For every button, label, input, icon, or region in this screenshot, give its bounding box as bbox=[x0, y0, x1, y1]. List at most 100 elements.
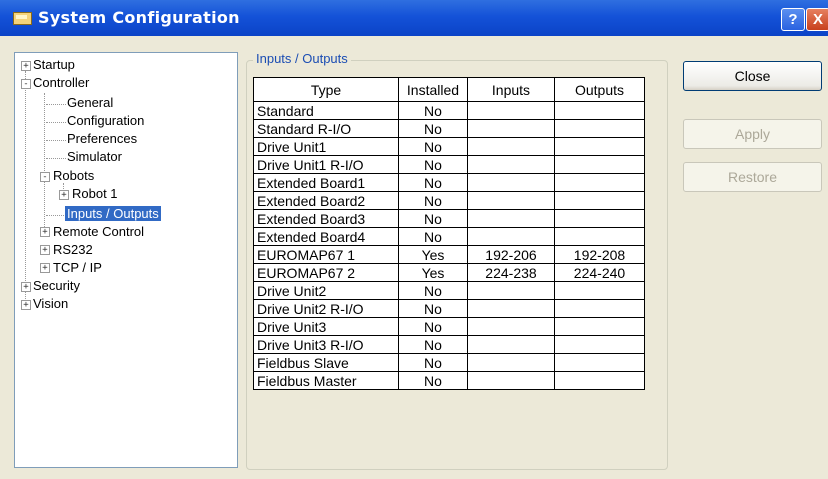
collapse-icon[interactable]: - bbox=[40, 172, 50, 182]
cell-type[interactable]: Extended Board4 bbox=[253, 227, 399, 246]
cell-installed[interactable]: No bbox=[398, 299, 468, 318]
expand-icon[interactable]: + bbox=[21, 282, 31, 292]
cell-inputs[interactable] bbox=[467, 209, 555, 228]
close-button[interactable]: Close bbox=[683, 61, 822, 91]
table-row[interactable]: Drive Unit1 No bbox=[253, 137, 645, 156]
table-row[interactable]: Extended Board3 No bbox=[253, 209, 645, 228]
cell-type[interactable]: Extended Board2 bbox=[253, 191, 399, 210]
table-row[interactable]: Drive Unit3 No bbox=[253, 317, 645, 336]
table-row[interactable]: Fieldbus Master No bbox=[253, 371, 645, 390]
tree-item-remote-control[interactable]: Remote Control bbox=[53, 224, 144, 239]
cell-type[interactable]: Drive Unit3 R-I/O bbox=[253, 335, 399, 354]
cell-installed[interactable]: Yes bbox=[398, 245, 468, 264]
cell-inputs[interactable] bbox=[467, 137, 555, 156]
collapse-icon[interactable]: - bbox=[21, 79, 31, 89]
cell-installed[interactable]: No bbox=[398, 101, 468, 120]
cell-installed[interactable]: No bbox=[398, 191, 468, 210]
cell-inputs[interactable] bbox=[467, 173, 555, 192]
cell-type[interactable]: Drive Unit3 bbox=[253, 317, 399, 336]
cell-installed[interactable]: No bbox=[398, 371, 468, 390]
cell-type[interactable]: EUROMAP67 2 bbox=[253, 263, 399, 282]
table-row[interactable]: Extended Board4 No bbox=[253, 227, 645, 246]
cell-installed[interactable]: No bbox=[398, 353, 468, 372]
cell-outputs[interactable] bbox=[554, 119, 645, 138]
cell-inputs[interactable] bbox=[467, 281, 555, 300]
cell-type[interactable]: Extended Board1 bbox=[253, 173, 399, 192]
expand-icon[interactable]: + bbox=[59, 190, 69, 200]
cell-outputs[interactable] bbox=[554, 281, 645, 300]
cell-type[interactable]: Standard R-I/O bbox=[253, 119, 399, 138]
help-button[interactable]: ? bbox=[781, 8, 805, 31]
cell-outputs[interactable] bbox=[554, 335, 645, 354]
table-row[interactable]: Standard R-I/O No bbox=[253, 119, 645, 138]
cell-installed[interactable]: No bbox=[398, 335, 468, 354]
table-row[interactable]: Extended Board2 No bbox=[253, 191, 645, 210]
cell-type[interactable]: Drive Unit2 R-I/O bbox=[253, 299, 399, 318]
cell-inputs[interactable] bbox=[467, 227, 555, 246]
cell-type[interactable]: Fieldbus Slave bbox=[253, 353, 399, 372]
cell-type[interactable]: Standard bbox=[253, 101, 399, 120]
expand-icon[interactable]: + bbox=[21, 61, 31, 71]
tree-item-vision[interactable]: Vision bbox=[33, 296, 68, 311]
cell-outputs[interactable] bbox=[554, 137, 645, 156]
table-row[interactable]: Drive Unit2 No bbox=[253, 281, 645, 300]
cell-outputs[interactable]: 224-240 bbox=[554, 263, 645, 282]
cell-inputs[interactable] bbox=[467, 335, 555, 354]
expand-icon[interactable]: + bbox=[21, 300, 31, 310]
cell-outputs[interactable] bbox=[554, 101, 645, 120]
tree-item-controller[interactable]: Controller bbox=[33, 75, 89, 90]
cell-outputs[interactable]: 192-208 bbox=[554, 245, 645, 264]
cell-outputs[interactable] bbox=[554, 353, 645, 372]
table-row[interactable]: EUROMAP67 2 Yes 224-238 224-240 bbox=[253, 263, 645, 282]
tree-item-configuration[interactable]: Configuration bbox=[67, 113, 144, 128]
cell-type[interactable]: Drive Unit1 R-I/O bbox=[253, 155, 399, 174]
table-row[interactable]: Drive Unit2 R-I/O No bbox=[253, 299, 645, 318]
cell-installed[interactable]: No bbox=[398, 317, 468, 336]
table-row[interactable]: EUROMAP67 1 Yes 192-206 192-208 bbox=[253, 245, 645, 264]
cell-type[interactable]: Drive Unit2 bbox=[253, 281, 399, 300]
cell-inputs[interactable] bbox=[467, 191, 555, 210]
expand-icon[interactable]: + bbox=[40, 245, 50, 255]
cell-inputs[interactable]: 224-238 bbox=[467, 263, 555, 282]
restore-button[interactable]: Restore bbox=[683, 162, 822, 192]
tree-item-preferences[interactable]: Preferences bbox=[67, 131, 137, 146]
tree-item-robot-1[interactable]: Robot 1 bbox=[72, 186, 118, 201]
cell-outputs[interactable] bbox=[554, 191, 645, 210]
cell-outputs[interactable] bbox=[554, 173, 645, 192]
cell-inputs[interactable] bbox=[467, 371, 555, 390]
cell-outputs[interactable] bbox=[554, 317, 645, 336]
cell-inputs[interactable] bbox=[467, 155, 555, 174]
cell-inputs[interactable]: 192-206 bbox=[467, 245, 555, 264]
table-row[interactable]: Extended Board1 No bbox=[253, 173, 645, 192]
table-row[interactable]: Fieldbus Slave No bbox=[253, 353, 645, 372]
config-tree[interactable]: + Startup - Controller General Configura… bbox=[14, 52, 238, 468]
cell-inputs[interactable] bbox=[467, 299, 555, 318]
cell-installed[interactable]: No bbox=[398, 227, 468, 246]
cell-type[interactable]: EUROMAP67 1 bbox=[253, 245, 399, 264]
cell-outputs[interactable] bbox=[554, 209, 645, 228]
apply-button[interactable]: Apply bbox=[683, 119, 822, 149]
cell-outputs[interactable] bbox=[554, 227, 645, 246]
cell-installed[interactable]: No bbox=[398, 155, 468, 174]
tree-item-tcp-ip[interactable]: TCP / IP bbox=[53, 260, 102, 275]
expand-icon[interactable]: + bbox=[40, 263, 50, 273]
cell-inputs[interactable] bbox=[467, 101, 555, 120]
cell-type[interactable]: Extended Board3 bbox=[253, 209, 399, 228]
tree-item-rs232[interactable]: RS232 bbox=[53, 242, 93, 257]
tree-item-general[interactable]: General bbox=[67, 95, 113, 110]
cell-inputs[interactable] bbox=[467, 119, 555, 138]
tree-item-simulator[interactable]: Simulator bbox=[67, 149, 122, 164]
table-row[interactable]: Drive Unit1 R-I/O No bbox=[253, 155, 645, 174]
cell-outputs[interactable] bbox=[554, 299, 645, 318]
expand-icon[interactable]: + bbox=[40, 227, 50, 237]
cell-installed[interactable]: No bbox=[398, 173, 468, 192]
cell-outputs[interactable] bbox=[554, 155, 645, 174]
cell-installed[interactable]: Yes bbox=[398, 263, 468, 282]
cell-installed[interactable]: No bbox=[398, 119, 468, 138]
cell-type[interactable]: Fieldbus Master bbox=[253, 371, 399, 390]
table-row[interactable]: Drive Unit3 R-I/O No bbox=[253, 335, 645, 354]
window-close-button[interactable]: X bbox=[806, 8, 828, 31]
cell-inputs[interactable] bbox=[467, 353, 555, 372]
tree-item-inputs-outputs[interactable]: Inputs / Outputs bbox=[65, 206, 161, 221]
tree-item-robots[interactable]: Robots bbox=[53, 168, 94, 183]
